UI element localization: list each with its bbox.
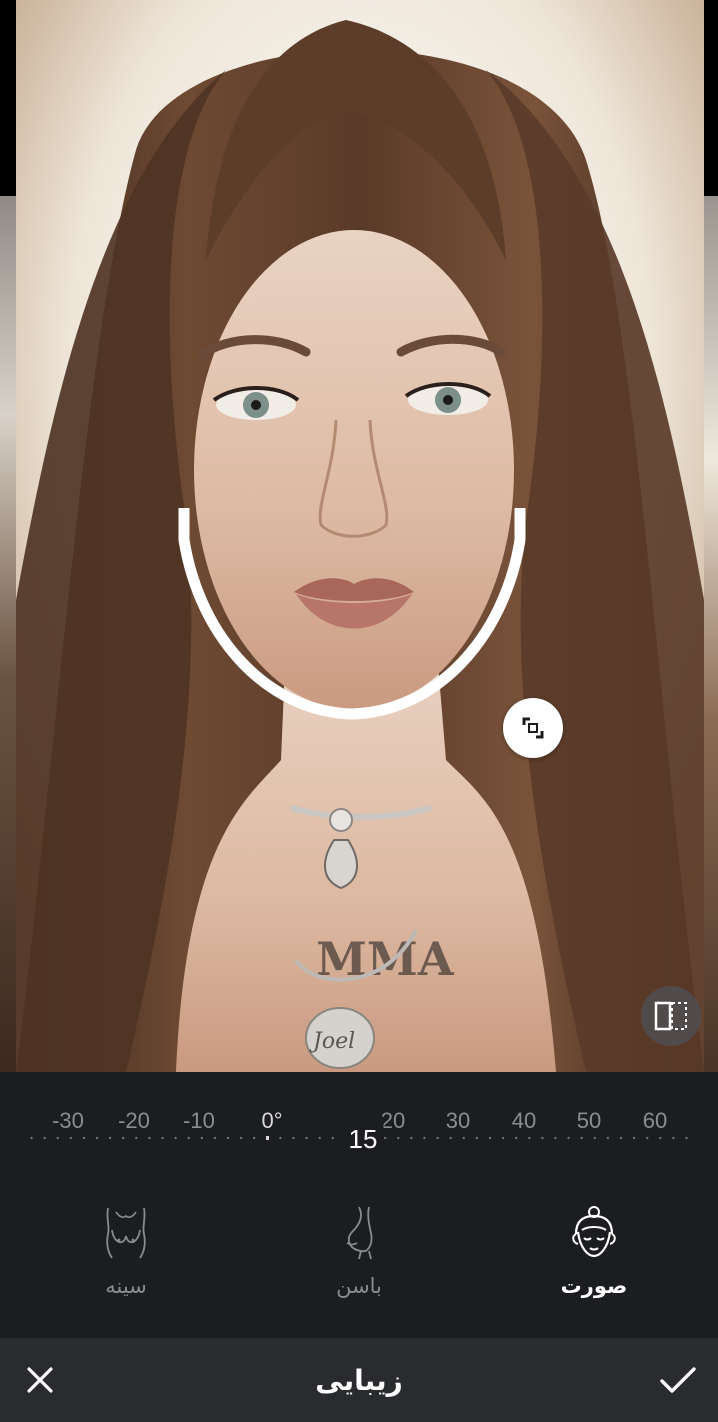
- ruler-dot: [253, 1136, 256, 1140]
- ruler-dot: [187, 1136, 190, 1140]
- ruler-dot: [108, 1136, 112, 1140]
- ruler-dot: [593, 1136, 596, 1140]
- screen-title: زیبایی: [315, 1363, 403, 1397]
- ruler-dot: [646, 1136, 649, 1140]
- ruler-dot: [632, 1136, 636, 1140]
- ruler-dot: [659, 1136, 662, 1140]
- ruler-dot: [488, 1136, 492, 1140]
- ruler-dot: [174, 1136, 177, 1140]
- tick-label: -10: [183, 1108, 215, 1133]
- ruler-dot: [672, 1136, 675, 1140]
- resize-icon: [522, 717, 544, 739]
- chest-icon: [98, 1202, 154, 1262]
- ruler-dot: [292, 1136, 295, 1140]
- close-icon: [27, 1367, 53, 1393]
- ruler-dot: [685, 1136, 688, 1140]
- tick-label-zero: 0°: [261, 1108, 283, 1133]
- intensity-ruler[interactable]: -30 -20 -10 0° 20 30 40 50 60 15: [0, 1072, 718, 1190]
- tab-chest-label: سینه: [105, 1274, 147, 1298]
- tick-label: 30: [445, 1108, 471, 1133]
- ruler-zero-marker: [266, 1136, 269, 1140]
- ruler-dot: [423, 1136, 426, 1140]
- ruler-dot: [501, 1136, 505, 1140]
- ruler-dot: [161, 1136, 164, 1140]
- pendant-tag-text: Joel: [309, 1029, 355, 1054]
- ruler-dot: [475, 1136, 479, 1140]
- adjacent-photo-edge-right: [704, 196, 718, 1072]
- ruler-dot: [331, 1136, 334, 1140]
- ruler-dot: [82, 1136, 86, 1140]
- action-bar: زیبایی: [0, 1338, 718, 1422]
- portrait-photo: MMA Joel: [16, 0, 704, 1072]
- ruler-dot: [619, 1136, 623, 1140]
- ruler-dot: [449, 1136, 452, 1140]
- ruler-dot: [148, 1136, 151, 1140]
- portrait-illustration: MMA Joel: [16, 0, 704, 1072]
- compare-button[interactable]: [641, 986, 701, 1046]
- tab-hips[interactable]: باسن: [289, 1202, 429, 1318]
- ruler-dot: [397, 1136, 400, 1140]
- ruler-dot: [410, 1136, 413, 1140]
- ruler-dot: [580, 1136, 583, 1140]
- adjacent-photo-edge-left: [0, 196, 16, 1072]
- ruler-current-value: 15: [342, 1124, 384, 1155]
- ruler-dot: [122, 1136, 125, 1140]
- body-part-tabs: سینه باسن صورت: [0, 1190, 718, 1338]
- ruler-dot: [515, 1136, 518, 1140]
- ruler-dot: [30, 1136, 33, 1140]
- tick-label: 50: [576, 1108, 602, 1133]
- ruler-dot: [541, 1136, 544, 1140]
- ruler-dot: [305, 1136, 308, 1140]
- ruler-dot: [226, 1136, 230, 1140]
- tick-label: -30: [52, 1108, 84, 1133]
- ruler-dot: [135, 1136, 138, 1140]
- tick-label: 20: [380, 1108, 406, 1133]
- ruler-dot: [43, 1136, 46, 1140]
- ruler-dot: [318, 1136, 321, 1140]
- apply-button[interactable]: [652, 1354, 704, 1406]
- tick-label: -20: [118, 1108, 150, 1133]
- tab-face[interactable]: صورت: [524, 1202, 664, 1318]
- tick-label: 60: [642, 1108, 668, 1133]
- tick-label: 40: [511, 1108, 537, 1133]
- tab-chest[interactable]: سینه: [56, 1202, 196, 1318]
- ruler-dot: [606, 1136, 610, 1140]
- ruler-dot: [239, 1136, 243, 1140]
- ruler-dot: [567, 1136, 570, 1140]
- tab-face-label: صورت: [560, 1274, 628, 1298]
- ruler-dot: [384, 1136, 387, 1140]
- ruler-dot: [436, 1136, 439, 1140]
- ruler-dot: [213, 1136, 217, 1140]
- ruler-dot: [554, 1136, 557, 1140]
- ruler-dot: [528, 1136, 531, 1140]
- face-icon: [566, 1202, 622, 1262]
- compare-icon: [654, 1001, 687, 1031]
- check-icon: [660, 1367, 696, 1393]
- ruler-dot: [95, 1136, 99, 1140]
- ruler-dot: [69, 1136, 72, 1140]
- close-button[interactable]: [14, 1354, 66, 1406]
- tab-hips-label: باسن: [336, 1274, 382, 1298]
- beauty-editor-screen: MMA Joel -30 -20 -10 0° 20 30 40 50 60 1…: [0, 0, 718, 1422]
- ruler-dot: [462, 1136, 465, 1140]
- resize-handle[interactable]: [503, 698, 563, 758]
- ruler-dot: [56, 1136, 59, 1140]
- ruler-dot: [279, 1136, 282, 1140]
- photo-canvas[interactable]: MMA Joel: [0, 0, 718, 1072]
- ruler-dot: [200, 1136, 203, 1140]
- hips-icon: [331, 1202, 387, 1262]
